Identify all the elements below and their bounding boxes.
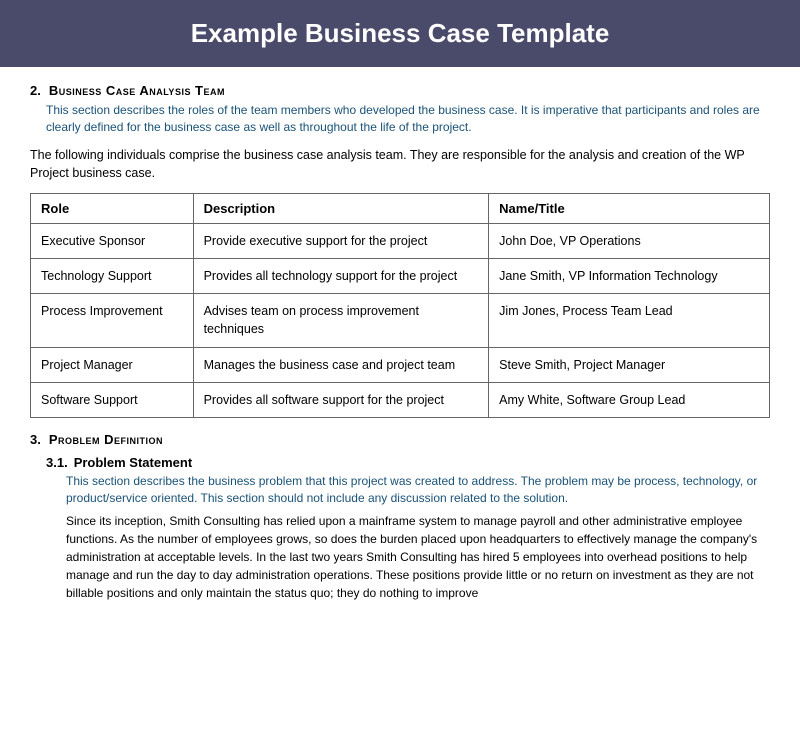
cell-description: Provides all software support for the pr… [193, 382, 489, 417]
cell-role: Project Manager [31, 347, 194, 382]
cell-role: Process Improvement [31, 294, 194, 347]
cell-name: Jim Jones, Process Team Lead [489, 294, 770, 347]
page-title: Example Business Case Template [191, 18, 610, 48]
cell-role: Software Support [31, 382, 194, 417]
subsection31-number: 3.1. [46, 455, 68, 470]
cell-name: Amy White, Software Group Lead [489, 382, 770, 417]
subsection31-body: Since its inception, Smith Consulting ha… [66, 512, 770, 602]
section2-number: 2. [30, 83, 41, 98]
cell-name: Jane Smith, VP Information Technology [489, 259, 770, 294]
col-header-description: Description [193, 194, 489, 224]
cell-name: Steve Smith, Project Manager [489, 347, 770, 382]
cell-description: Provide executive support for the projec… [193, 224, 489, 259]
cell-name: John Doe, VP Operations [489, 224, 770, 259]
table-row: Software SupportProvides all software su… [31, 382, 770, 417]
cell-description: Manages the business case and project te… [193, 347, 489, 382]
section2-title: Business Case Analysis Team [49, 83, 225, 98]
subsection31: 3.1. Problem Statement This section descr… [46, 455, 770, 603]
cell-role: Technology Support [31, 259, 194, 294]
section3-number: 3. [30, 432, 41, 447]
table-row: Executive SponsorProvide executive suppo… [31, 224, 770, 259]
page-header: Example Business Case Template [0, 0, 800, 67]
section2-description: This section describes the roles of the … [46, 102, 770, 136]
subsection31-title: Problem Statement [74, 455, 192, 470]
cell-description: Provides all technology support for the … [193, 259, 489, 294]
table-row: Project ManagerManages the business case… [31, 347, 770, 382]
section2-header: 2. Business Case Analysis Team This secti… [30, 83, 770, 136]
section2-intro: The following individuals comprise the b… [30, 146, 770, 184]
table-row: Technology SupportProvides all technolog… [31, 259, 770, 294]
team-table: Role Description Name/Title Executive Sp… [30, 193, 770, 418]
section3-header: 3. Problem Definition [30, 432, 770, 447]
col-header-role: Role [31, 194, 194, 224]
col-header-name: Name/Title [489, 194, 770, 224]
subsection31-description: This section describes the business prob… [66, 473, 770, 507]
section3-title: Problem Definition [49, 432, 163, 447]
cell-description: Advises team on process improvement tech… [193, 294, 489, 347]
table-row: Process ImprovementAdvises team on proce… [31, 294, 770, 347]
cell-role: Executive Sponsor [31, 224, 194, 259]
